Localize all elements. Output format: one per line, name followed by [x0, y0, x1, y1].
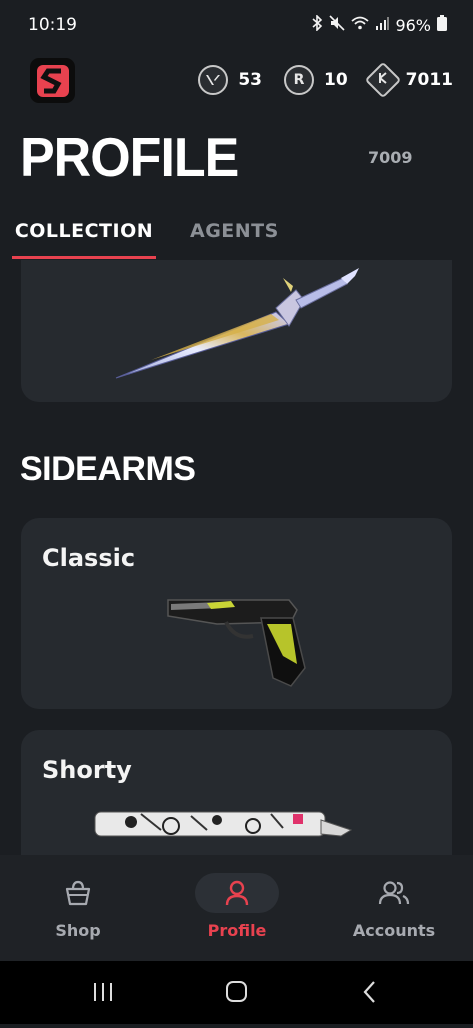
radianite-points: R 10 — [284, 65, 348, 95]
tab-agents[interactable]: AGENTS — [190, 205, 279, 257]
page-title: PROFILE — [20, 127, 239, 189]
melee-skin-image — [115, 268, 359, 379]
kingdom-credits: 7011 — [364, 61, 453, 99]
nav-profile-label: Profile — [207, 921, 267, 940]
signal-icon — [375, 16, 390, 34]
nav-profile-icon-wrap — [195, 873, 279, 913]
nav-accounts-label: Accounts — [352, 921, 436, 940]
status-bar: 10:19 96% — [0, 0, 473, 50]
bluetooth-icon — [311, 14, 323, 35]
users-icon — [378, 881, 410, 905]
battery-percent: 96% — [395, 15, 431, 35]
collection-list[interactable]: SIDEARMS Classic Shorty — [0, 260, 473, 855]
kingdom-credits-value: 7011 — [405, 70, 453, 90]
wifi-icon — [351, 16, 370, 34]
profile-tabs: COLLECTION AGENTS — [0, 205, 473, 260]
back-icon[interactable] — [363, 981, 375, 1003]
valorant-points-value: 53 — [238, 70, 262, 90]
nav-accounts[interactable]: Accounts — [334, 855, 454, 961]
melee-card[interactable] — [21, 260, 452, 402]
radianite-value: 10 — [324, 70, 348, 90]
battery-icon — [437, 15, 447, 35]
player-id: 7009 — [368, 148, 413, 167]
system-nav-buttons — [94, 981, 375, 1003]
status-icons: 96% — [311, 14, 447, 35]
valorant-points-icon — [198, 65, 229, 95]
kingdom-credits-icon — [364, 61, 402, 99]
nav-shop-label: Shop — [55, 921, 101, 940]
radianite-icon: R — [284, 65, 314, 95]
nav-shop-icon-wrap — [36, 873, 120, 913]
app-logo[interactable] — [30, 58, 75, 103]
nav-profile[interactable]: Profile — [177, 855, 297, 961]
home-icon[interactable] — [226, 981, 247, 1002]
mute-icon — [329, 15, 346, 35]
currency-bar: 53 R 10 7011 — [198, 61, 453, 99]
system-navigation-bar — [0, 961, 473, 1024]
valorant-points: 53 — [198, 65, 262, 95]
nav-accounts-icon-wrap — [352, 873, 436, 913]
status-time: 10:19 — [28, 15, 77, 35]
classic-skin-image — [167, 599, 306, 687]
nav-shop[interactable]: Shop — [18, 855, 138, 961]
section-title-sidearms: SIDEARMS — [20, 450, 196, 488]
shorty-skin-image — [94, 811, 353, 837]
tab-collection[interactable]: COLLECTION — [12, 205, 156, 257]
weapon-card-classic[interactable]: Classic — [21, 518, 452, 709]
active-tab-indicator — [12, 256, 156, 259]
weapon-card-shorty[interactable]: Shorty — [21, 730, 452, 855]
recent-apps-icon[interactable] — [94, 983, 112, 1001]
top-bar: 53 R 10 7011 — [0, 55, 473, 107]
basket-icon — [65, 880, 91, 906]
logo-mark-icon — [36, 64, 69, 97]
bottom-navigation: Shop Profile Accounts — [0, 855, 473, 961]
person-icon — [225, 880, 249, 906]
